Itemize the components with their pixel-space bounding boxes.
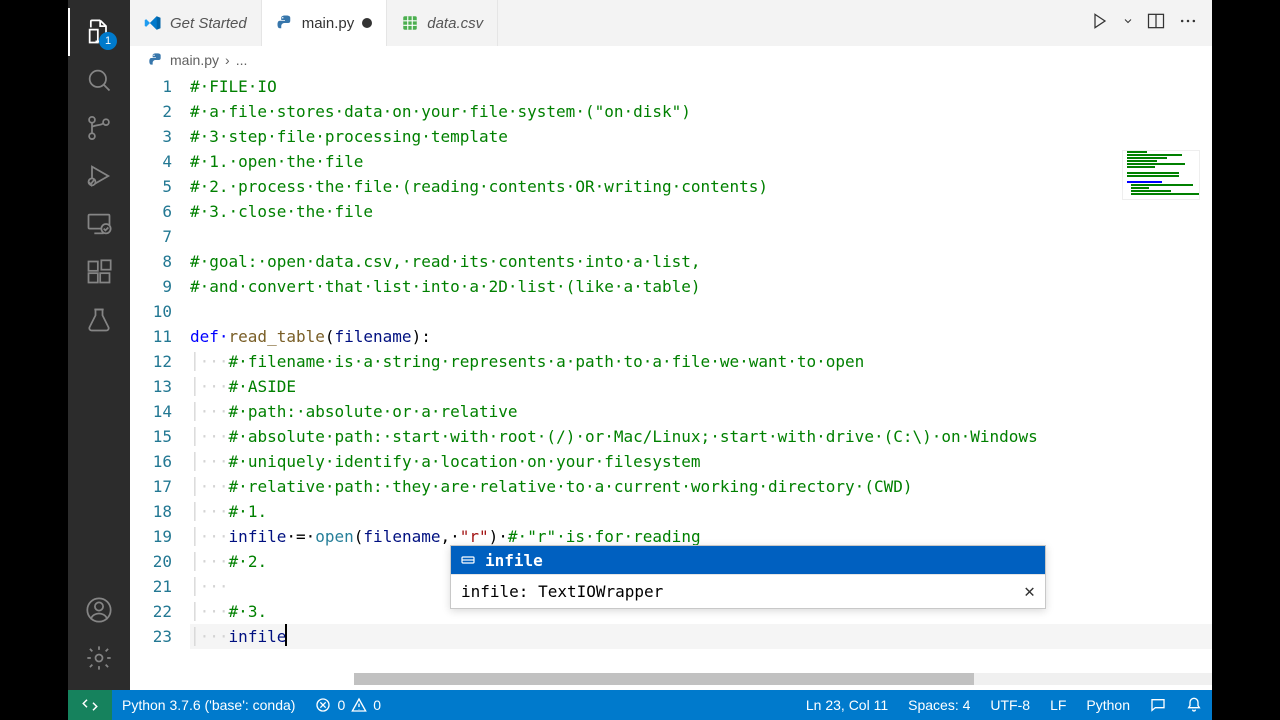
tab-label: data.csv (427, 15, 483, 32)
tab-data-csv[interactable]: data.csv (387, 0, 498, 46)
status-interpreter[interactable]: Python 3.7.6 ('base': conda) (112, 697, 305, 713)
run-debug-icon[interactable] (75, 152, 123, 200)
status-language[interactable]: Python (1076, 697, 1140, 713)
tab-bar: Get Started main.py data.csv (130, 0, 1212, 46)
autocomplete-detail-text: infile: TextIOWrapper (461, 582, 663, 601)
status-cursor[interactable]: Ln 23, Col 11 (796, 697, 898, 713)
code-line[interactable]: #·3·step·file·processing·template (190, 124, 1212, 149)
code-line[interactable]: │···#·ASIDE (190, 374, 1212, 399)
autocomplete-item[interactable]: infile (451, 546, 1045, 574)
variable-kind-icon (459, 551, 477, 569)
breadcrumb-more: ... (236, 52, 248, 68)
explorer-badge: 1 (99, 32, 117, 50)
code-line[interactable] (190, 224, 1212, 249)
tab-main-py[interactable]: main.py (262, 0, 388, 46)
code-line[interactable]: │···#·filename·is·a·string·represents·a·… (190, 349, 1212, 374)
remote-indicator[interactable] (68, 690, 112, 720)
status-problems[interactable]: 0 0 (305, 697, 391, 713)
code-line[interactable]: │···infile (190, 624, 1212, 649)
close-icon[interactable]: ✕ (1024, 581, 1035, 602)
code-line[interactable] (190, 299, 1212, 324)
testing-icon[interactable] (75, 296, 123, 344)
csv-icon (401, 14, 419, 32)
autocomplete-label: infile (485, 551, 543, 570)
tab-get-started[interactable]: Get Started (130, 0, 262, 46)
code-line[interactable]: │···#·path:·absolute·or·a·relative (190, 399, 1212, 424)
status-notifications-icon[interactable] (1176, 697, 1212, 713)
status-bar: Python 3.7.6 ('base': conda) 0 0 Ln 23, … (68, 690, 1212, 720)
remote-explorer-icon[interactable] (75, 200, 123, 248)
status-eol[interactable]: LF (1040, 697, 1076, 713)
run-dropdown-icon[interactable] (1122, 14, 1134, 32)
tab-label: Get Started (170, 15, 247, 32)
code-line[interactable]: def·read_table(filename): (190, 324, 1212, 349)
extensions-icon[interactable] (75, 248, 123, 296)
dirty-indicator (362, 18, 372, 28)
more-actions-icon[interactable] (1178, 11, 1198, 36)
breadcrumb-file: main.py (170, 52, 219, 68)
code-line[interactable]: #·2.·process·the·file·(reading·contents·… (190, 174, 1212, 199)
editor-main: Get Started main.py data.csv (130, 0, 1212, 690)
gutter: 1234567891011121314151617181920212223 (130, 74, 190, 690)
explorer-icon[interactable]: 1 (75, 8, 123, 56)
status-feedback-icon[interactable] (1140, 697, 1176, 713)
settings-icon[interactable] (75, 634, 123, 682)
autocomplete-popup: infile infile: TextIOWrapper ✕ (450, 545, 1046, 609)
search-icon[interactable] (75, 56, 123, 104)
code-line[interactable]: #·a·file·stores·data·on·your·file·system… (190, 99, 1212, 124)
editor-actions (1090, 0, 1212, 46)
code-line[interactable]: #·goal:·open·data.csv,·read·its·contents… (190, 249, 1212, 274)
vscode-icon (144, 14, 162, 32)
code-line[interactable]: #·and·convert·that·list·into·a·2D·list·(… (190, 274, 1212, 299)
code-line[interactable]: #·3.·close·the·file (190, 199, 1212, 224)
horizontal-scrollbar[interactable] (354, 673, 1212, 685)
breadcrumb[interactable]: main.py › ... (130, 46, 1212, 74)
code-line[interactable]: #·FILE·IO (190, 74, 1212, 99)
breadcrumb-sep: › (225, 52, 230, 68)
code-line[interactable]: #·1.·open·the·file (190, 149, 1212, 174)
code-line[interactable]: │···#·absolute·path:·start·with·root·(/)… (190, 424, 1212, 449)
status-encoding[interactable]: UTF-8 (980, 697, 1040, 713)
autocomplete-detail: infile: TextIOWrapper ✕ (451, 574, 1045, 608)
code-line[interactable]: │···#·uniquely·identify·a·location·on·yo… (190, 449, 1212, 474)
code-line[interactable]: │···#·relative·path:·they·are·relative·t… (190, 474, 1212, 499)
split-editor-icon[interactable] (1146, 11, 1166, 36)
code-line[interactable]: │···#·1. (190, 499, 1212, 524)
tab-label: main.py (302, 15, 355, 32)
source-control-icon[interactable] (75, 104, 123, 152)
activity-bar: 1 (68, 0, 130, 690)
minimap[interactable] (1122, 150, 1200, 200)
status-spaces[interactable]: Spaces: 4 (898, 697, 980, 713)
python-icon (276, 14, 294, 32)
python-icon (148, 52, 164, 68)
accounts-icon[interactable] (75, 586, 123, 634)
scrollbar-thumb[interactable] (354, 673, 974, 685)
run-file-icon[interactable] (1090, 11, 1110, 36)
